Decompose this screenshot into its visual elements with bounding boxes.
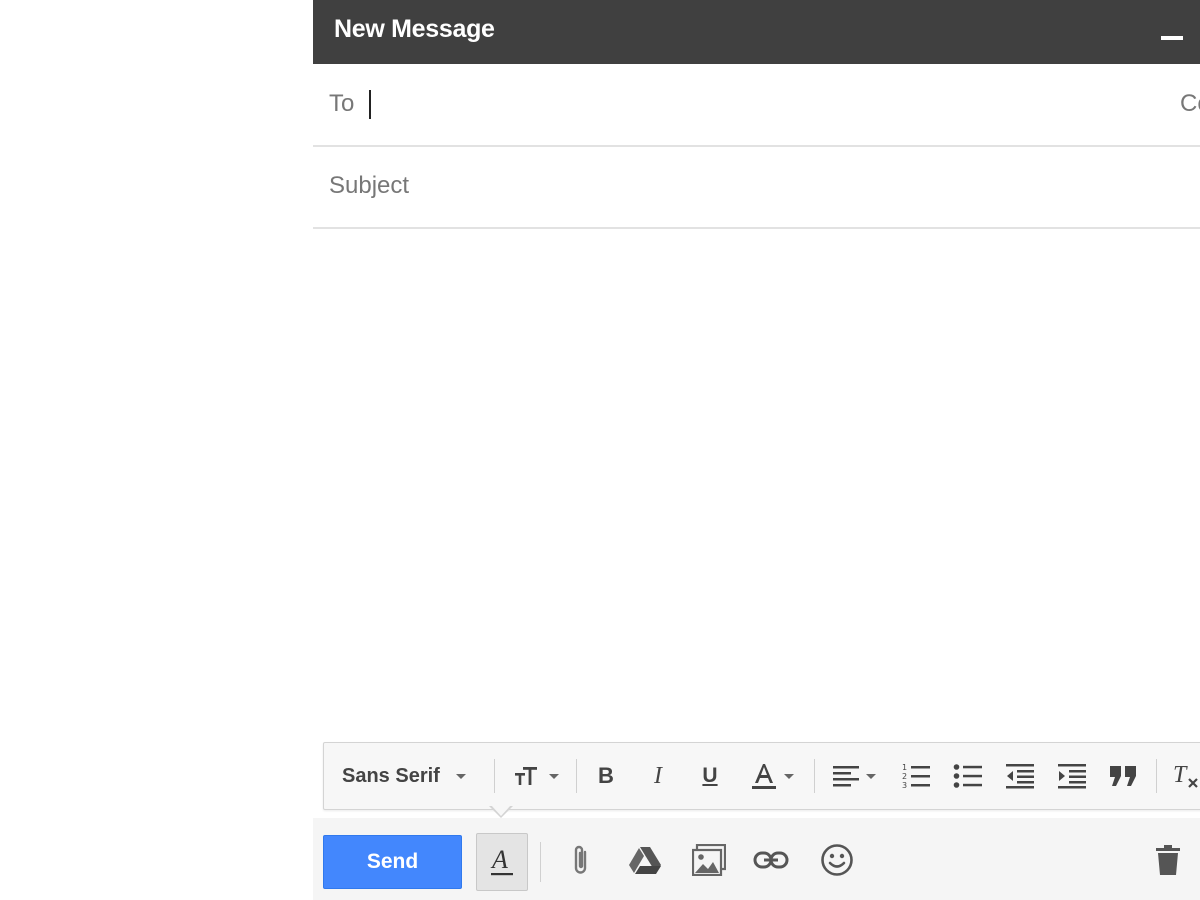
insert-emoji-button[interactable] xyxy=(815,835,859,885)
chevron-down-icon xyxy=(549,773,559,779)
attach-file-icon xyxy=(574,845,587,874)
toolbar-divider xyxy=(576,759,577,793)
font-size-button[interactable] xyxy=(504,743,568,809)
align-button[interactable] xyxy=(824,743,884,809)
chevron-down-icon xyxy=(866,773,876,779)
numbered-list-button[interactable]: 1 2 3 xyxy=(894,743,938,809)
svg-text:T: T xyxy=(1173,762,1188,788)
chevron-down-icon xyxy=(455,773,466,779)
remove-formatting-button[interactable]: T xyxy=(1166,743,1200,809)
toolbar-divider xyxy=(494,759,495,793)
insert-photo-icon xyxy=(692,844,726,876)
text-color-icon xyxy=(752,764,776,789)
bulleted-list-icon xyxy=(953,764,982,788)
google-drive-icon xyxy=(629,847,661,874)
quote-button[interactable] xyxy=(1102,743,1146,809)
italic-icon: I xyxy=(654,762,662,789)
text-color-button[interactable] xyxy=(742,743,802,809)
toolbar-pointer-fill xyxy=(491,805,511,816)
attach-file-button[interactable] xyxy=(559,835,603,885)
svg-text:A: A xyxy=(490,846,508,874)
toolbar-divider xyxy=(1156,759,1157,793)
indent-less-icon xyxy=(1006,764,1034,789)
to-label: To xyxy=(329,90,355,117)
compose-titlebar[interactable]: New Message xyxy=(313,0,1200,64)
action-bar-divider xyxy=(540,842,541,882)
compose-title: New Message xyxy=(334,15,495,43)
italic-button[interactable]: I xyxy=(638,743,678,809)
subject-field-row xyxy=(313,147,1200,229)
remove-formatting-icon: T xyxy=(1173,762,1198,788)
font-family-value: Sans Serif xyxy=(342,764,440,787)
message-body[interactable] xyxy=(313,229,1200,739)
chevron-down-icon xyxy=(784,773,794,779)
formatting-options-button[interactable]: A xyxy=(476,833,528,891)
discard-draft-button[interactable] xyxy=(1146,835,1190,885)
underline-icon: U xyxy=(702,764,718,787)
toolbar-divider xyxy=(814,759,815,793)
subject-input[interactable] xyxy=(327,159,1191,213)
bold-icon: B xyxy=(598,763,614,788)
numbered-list-icon: 1 2 3 xyxy=(902,763,930,790)
bold-button[interactable]: B xyxy=(586,743,626,809)
text-cursor xyxy=(369,90,371,119)
formatting-options-icon: A xyxy=(490,846,513,876)
emoji-icon xyxy=(821,844,853,876)
align-icon xyxy=(833,766,859,787)
formatting-toolbar: Sans Serif B I U 1 2 3 T xyxy=(323,742,1200,810)
indent-more-icon xyxy=(1058,764,1086,789)
svg-text:2: 2 xyxy=(902,772,907,781)
send-button[interactable]: Send xyxy=(323,835,462,889)
font-size-icon xyxy=(515,767,537,785)
google-drive-button[interactable] xyxy=(623,835,667,885)
indent-more-button[interactable] xyxy=(1050,743,1094,809)
font-family-select[interactable]: Sans Serif xyxy=(342,743,487,809)
quote-icon xyxy=(1110,766,1136,786)
to-field-row[interactable]: To Cc xyxy=(313,64,1200,147)
cc-link[interactable]: Cc xyxy=(1180,90,1200,118)
insert-link-button[interactable] xyxy=(749,835,793,885)
compose-action-bar: Send A xyxy=(313,818,1200,900)
minimize-icon[interactable] xyxy=(1161,36,1183,40)
indent-less-button[interactable] xyxy=(998,743,1042,809)
bulleted-list-button[interactable] xyxy=(946,743,990,809)
compose-window: New Message To Cc Sans Serif xyxy=(313,0,1200,900)
svg-text:1: 1 xyxy=(902,763,907,772)
trash-icon xyxy=(1156,845,1180,875)
underline-button[interactable]: U xyxy=(690,743,730,809)
insert-photo-button[interactable] xyxy=(687,835,731,885)
svg-text:3: 3 xyxy=(902,781,907,790)
insert-link-icon xyxy=(753,851,789,869)
